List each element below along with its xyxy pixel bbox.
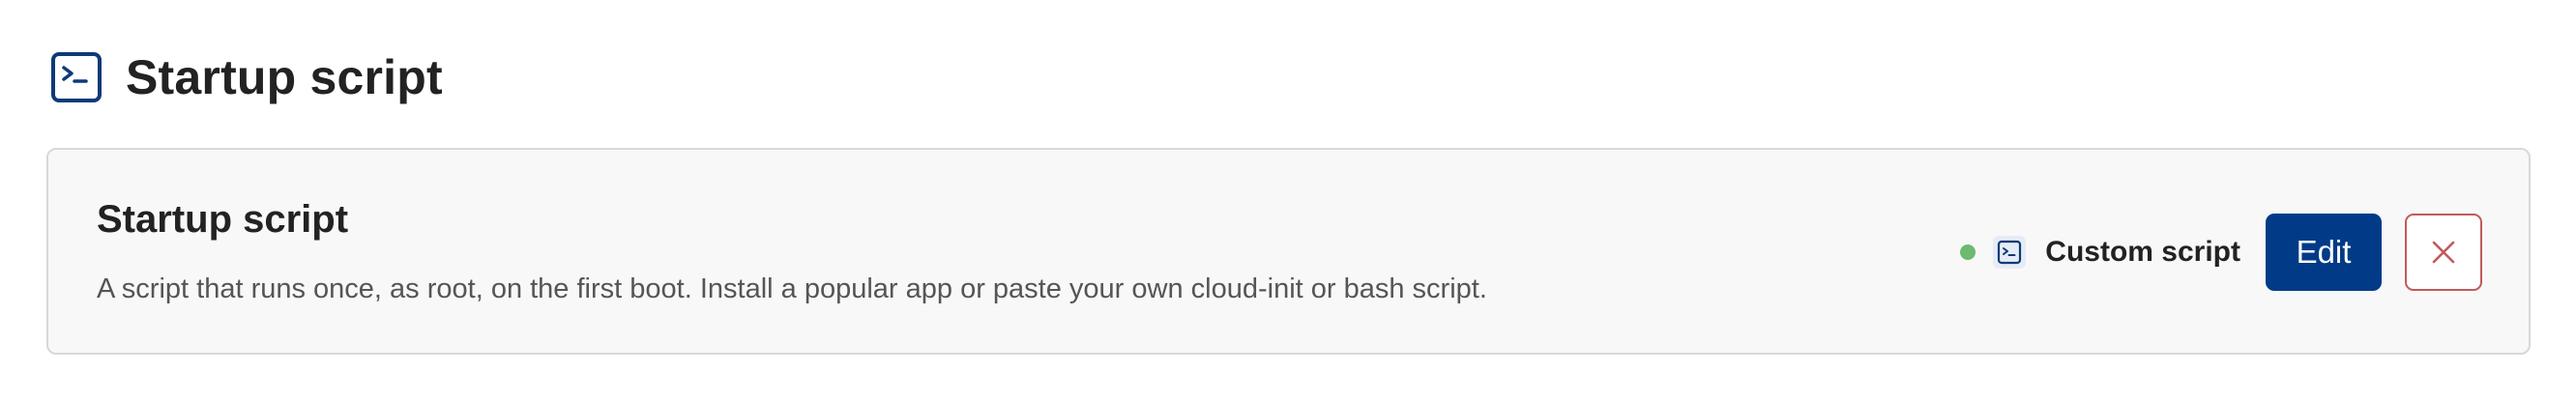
section-header: Startup script — [50, 48, 443, 106]
edit-button[interactable]: Edit — [2266, 214, 2382, 291]
close-icon — [2429, 238, 2458, 267]
card-actions: Custom script Edit — [1960, 214, 2482, 291]
card-description: A script that runs once, as root, on the… — [97, 273, 1487, 304]
terminal-icon — [50, 51, 102, 103]
card-title: Startup script — [97, 198, 349, 241]
startup-script-card: Startup script A script that runs once, … — [46, 148, 2531, 355]
status-indicator — [1960, 244, 1976, 260]
terminal-icon — [1993, 236, 2027, 269]
script-type-label: Custom script — [2045, 236, 2240, 268]
remove-script-button[interactable] — [2405, 214, 2482, 291]
page-title: Startup script — [126, 50, 443, 104]
startup-script-page: Startup script Startup script A script t… — [0, 0, 2576, 402]
